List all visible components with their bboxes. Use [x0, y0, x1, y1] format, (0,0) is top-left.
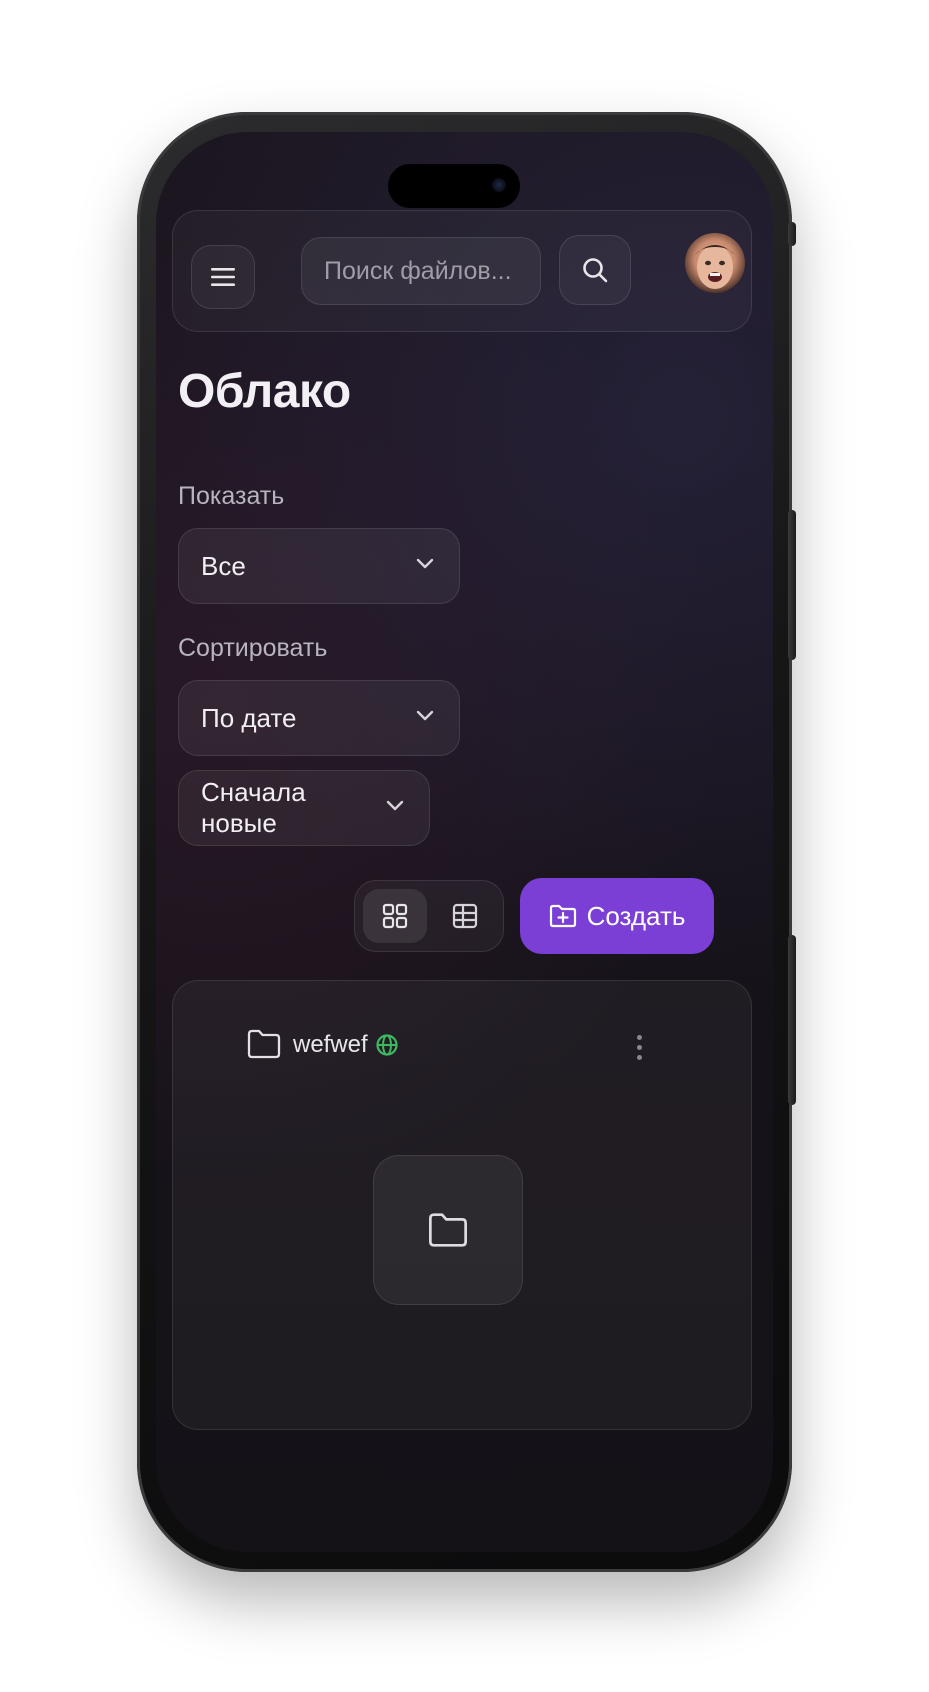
sort-by-select[interactable]: По дате	[178, 680, 460, 756]
phone-side-button-power	[788, 510, 796, 660]
sort-order-value: Сначала новые	[201, 777, 306, 838]
search-icon	[583, 258, 608, 283]
sort-order-select[interactable]: Сначала новые	[178, 770, 430, 846]
chevron-down-icon	[416, 710, 434, 721]
more-dot	[636, 1034, 642, 1040]
front-camera	[492, 178, 506, 192]
view-mode-toggle	[354, 880, 504, 952]
globe-icon	[376, 1034, 398, 1056]
sort-label: Сортировать	[178, 634, 328, 662]
folder-plus-icon	[549, 904, 576, 928]
phone-side-button-lower	[788, 935, 796, 1105]
phone-screen: Поиск файлов... Облако Показать Все Сорт…	[156, 132, 773, 1552]
file-name: wefwef	[293, 1031, 368, 1058]
menu-button[interactable]	[191, 245, 255, 309]
folder-icon	[429, 1213, 467, 1247]
table-view-button[interactable]	[433, 889, 497, 943]
more-dot	[636, 1044, 642, 1050]
folder-icon	[247, 1029, 281, 1059]
folder-preview[interactable]	[373, 1155, 523, 1305]
create-button-label: Создать	[586, 900, 686, 931]
show-filter-label: Показать	[178, 482, 285, 510]
search-input[interactable]: Поиск файлов...	[301, 237, 541, 305]
grid-view-button[interactable]	[363, 889, 427, 943]
create-button[interactable]: Создать	[520, 878, 714, 954]
file-card[interactable]: wefwef	[172, 980, 752, 1430]
chevron-down-icon	[416, 558, 434, 569]
more-options-button[interactable]	[625, 1027, 653, 1067]
avatar-image	[695, 245, 735, 289]
table-view-icon	[452, 903, 478, 929]
grid-view-icon	[382, 903, 408, 929]
chevron-down-icon	[386, 800, 404, 811]
sort-by-value: По дате	[201, 702, 297, 733]
search-button[interactable]	[559, 235, 631, 305]
dynamic-island	[388, 164, 520, 208]
phone-side-button-top	[788, 222, 796, 246]
show-filter-value: Все	[201, 550, 246, 581]
hamburger-menu-icon	[211, 268, 235, 286]
more-dot	[636, 1054, 642, 1060]
show-filter-select[interactable]: Все	[178, 528, 460, 604]
page-title: Облако	[178, 365, 351, 418]
top-bar: Поиск файлов...	[172, 210, 752, 332]
user-avatar[interactable]	[685, 233, 745, 293]
